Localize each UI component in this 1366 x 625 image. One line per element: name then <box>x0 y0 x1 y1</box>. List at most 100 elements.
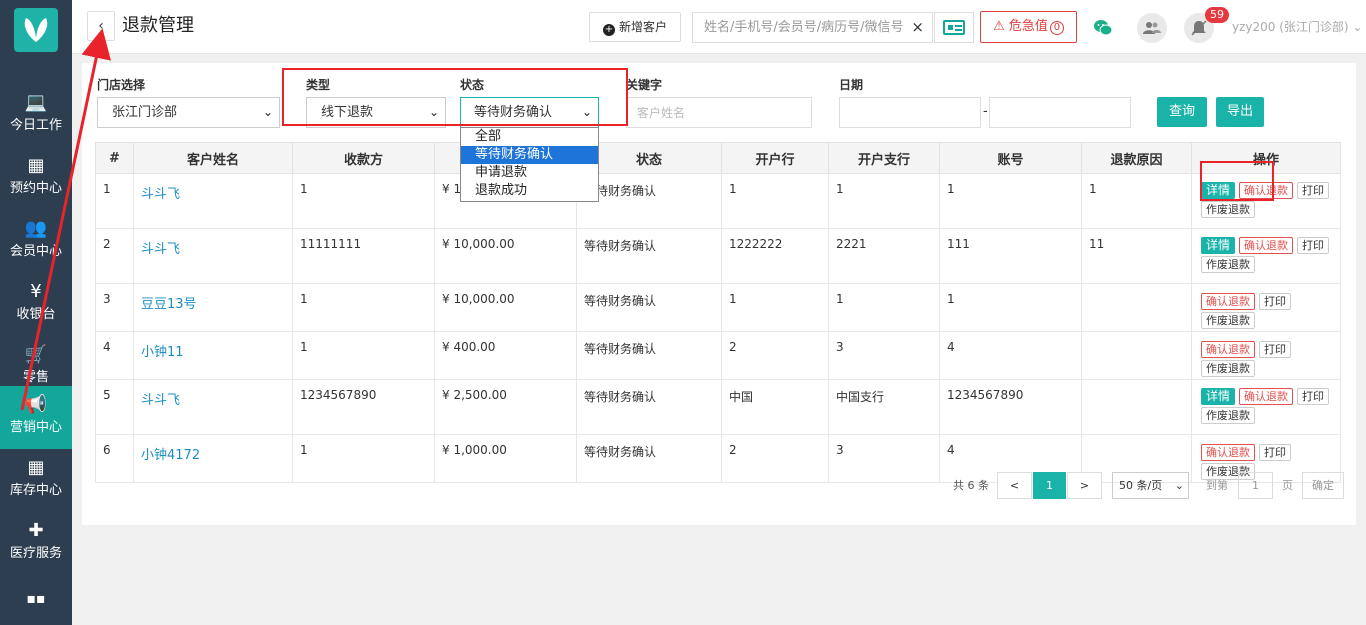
cell-branch: 1 <box>828 173 940 229</box>
column-header: # <box>95 142 134 174</box>
status-option[interactable]: 申请退款 <box>461 164 598 182</box>
void-refund-button[interactable]: 作废退款 <box>1201 360 1255 377</box>
wechat-icon[interactable] <box>1088 13 1118 43</box>
back-button[interactable]: ‹ <box>87 11 115 41</box>
print-button[interactable]: 打印 <box>1297 237 1330 254</box>
export-button[interactable]: 导出 <box>1216 97 1264 127</box>
customer-name-link[interactable]: 斗斗飞 <box>133 379 293 435</box>
date-label: 日期 <box>839 78 864 92</box>
void-refund-button[interactable]: 作废退款 <box>1201 256 1255 273</box>
sidebar-more-icon[interactable]: ▪▪ <box>0 580 72 610</box>
customer-name-link[interactable]: 小钟11 <box>133 331 293 380</box>
void-refund-button[interactable]: 作废退款 <box>1201 201 1255 218</box>
cell-account: 1 <box>939 173 1082 229</box>
customer-name-link[interactable]: 豆豆13号 <box>133 283 293 332</box>
top-header: ‹ 退款管理 +新增客户 × ⚠ 危急值0 59 yzy200 (张 <box>72 0 1366 54</box>
cell-no: 1 <box>95 173 134 229</box>
print-button[interactable]: 打印 <box>1297 182 1330 199</box>
clear-icon[interactable]: × <box>911 18 924 36</box>
detail-button[interactable]: 详情 <box>1201 237 1236 254</box>
cell-bank: 2 <box>721 331 829 380</box>
megaphone-icon: 📢 <box>24 394 48 415</box>
table-row: 4 小钟11 1 ¥ 400.00 等待财务确认 2 3 4 确认退款 打印作废退款 <box>95 331 1341 380</box>
void-refund-button[interactable]: 作废退款 <box>1201 312 1255 329</box>
prev-page-button[interactable]: < <box>997 472 1032 499</box>
calendar-icon: ▦ <box>27 155 45 176</box>
sidebar-item-7[interactable]: ✚ 医疗服务 <box>0 512 72 575</box>
sidebar-item-3[interactable]: ¥ 收银台 <box>0 273 72 336</box>
status-option[interactable]: 全部 <box>461 128 598 146</box>
page-1-button[interactable]: 1 <box>1033 472 1066 499</box>
critical-value-button[interactable]: ⚠ 危急值 0 <box>980 11 1077 43</box>
chevron-down-icon: ⌄ <box>262 105 273 119</box>
cell-bank: 中国 <box>721 379 829 435</box>
sidebar-item-0[interactable]: 💻 今日工作 <box>0 84 72 147</box>
confirm-refund-button[interactable]: 确认退款 <box>1201 293 1255 310</box>
sidebar-item-2[interactable]: 👥 会员中心 <box>0 210 72 273</box>
confirm-refund-button[interactable]: 确认退款 <box>1201 341 1255 358</box>
sidebar-item-label: 医疗服务 <box>9 546 62 561</box>
print-button[interactable]: 打印 <box>1259 444 1291 461</box>
chevron-down-icon: ⌄ <box>1352 20 1363 34</box>
date-start-input[interactable] <box>839 97 981 128</box>
cell-branch: 2221 <box>828 228 940 284</box>
page-size-select[interactable]: 50 条/页 ⌄ <box>1112 472 1189 499</box>
status-option[interactable]: 退款成功 <box>461 182 598 200</box>
goto-confirm-button[interactable]: 确定 <box>1302 472 1344 499</box>
column-header: 账号 <box>939 142 1082 174</box>
customer-name-link[interactable]: 小钟4172 <box>133 434 293 483</box>
goto-page-input[interactable]: 1 <box>1238 472 1273 499</box>
confirm-refund-button[interactable]: 确认退款 <box>1201 444 1255 461</box>
id-card-button[interactable] <box>934 12 974 43</box>
status-option[interactable]: 等待财务确认 <box>461 146 598 164</box>
cell-amount: ¥ 10,000.00 <box>434 283 577 332</box>
detail-button[interactable]: 详情 <box>1201 388 1236 405</box>
next-page-button[interactable]: > <box>1067 472 1102 499</box>
date-separator: - <box>983 104 988 119</box>
cell-actions: 详情 确认退款 打印作废退款 <box>1191 228 1341 284</box>
cell-payee: 1 <box>292 331 435 380</box>
cell-reason: 11 <box>1081 228 1192 284</box>
print-button[interactable]: 打印 <box>1259 341 1291 358</box>
sidebar-item-5[interactable]: 📢 营销中心 <box>0 386 72 449</box>
notification-badge: 59 <box>1205 7 1229 23</box>
sidebar-item-label: 预约中心 <box>9 181 62 196</box>
sidebar-item-6[interactable]: ▦ 库存中心 <box>0 449 72 512</box>
store-label: 门店选择 <box>97 78 146 92</box>
sidebar-item-label: 库存中心 <box>9 483 62 498</box>
new-customer-button[interactable]: + 新增客户 <box>589 12 681 42</box>
cell-bank: 1 <box>721 173 829 229</box>
sidebar-item-label: 会员中心 <box>9 244 62 259</box>
status-dropdown: 全部 等待财务确认 申请退款 退款成功 <box>460 127 599 202</box>
table-row: 1斗斗飞1¥ 10,000.00等待财务确认1111详情确认退款打印作废退款 <box>95 173 1341 229</box>
confirm-refund-button[interactable]: 确认退款 <box>1239 237 1294 254</box>
print-button[interactable]: 打印 <box>1259 293 1291 310</box>
goto-suffix: 页 <box>1282 479 1293 492</box>
id-card-icon <box>943 20 965 35</box>
query-button[interactable]: 查询 <box>1157 97 1207 127</box>
cell-actions: 确认退款 打印作废退款 <box>1191 283 1341 332</box>
sidebar-item-1[interactable]: ▦ 预约中心 <box>0 147 72 210</box>
user-menu[interactable]: yzy200 (张江门诊部) ⌄ <box>1232 18 1362 35</box>
cell-payee: 1234567890 <box>292 379 435 435</box>
search-input[interactable] <box>693 13 903 42</box>
cell-reason <box>1081 331 1192 380</box>
critical-value-label: 危急值 <box>1008 19 1048 34</box>
void-refund-button[interactable]: 作废退款 <box>1201 407 1255 424</box>
cell-no: 3 <box>95 283 134 332</box>
customer-name-link[interactable]: 斗斗飞 <box>133 173 293 229</box>
customer-name-link[interactable]: 斗斗飞 <box>133 228 293 284</box>
date-end-input[interactable] <box>989 97 1131 128</box>
annotation-box-filters <box>282 68 628 126</box>
main-panel: 门店选择 张江门诊部 ⌄ 类型 线下退款 ⌄ 状态 等待财务确认 ⌄ 全部 等待财… <box>82 63 1356 525</box>
cell-bank: 2 <box>721 434 829 483</box>
confirm-refund-button[interactable]: 确认退款 <box>1239 388 1294 405</box>
store-select[interactable]: 张江门诊部 ⌄ <box>97 97 280 128</box>
sidebar-item-label: 营销中心 <box>9 420 62 435</box>
print-button[interactable]: 打印 <box>1297 388 1330 405</box>
cell-no: 6 <box>95 434 134 483</box>
user-name: yzy200 (张江门诊部) <box>1232 20 1349 34</box>
group-icon[interactable] <box>1137 13 1167 43</box>
keyword-input[interactable] <box>626 97 812 128</box>
cell-reason: 1 <box>1081 173 1192 229</box>
